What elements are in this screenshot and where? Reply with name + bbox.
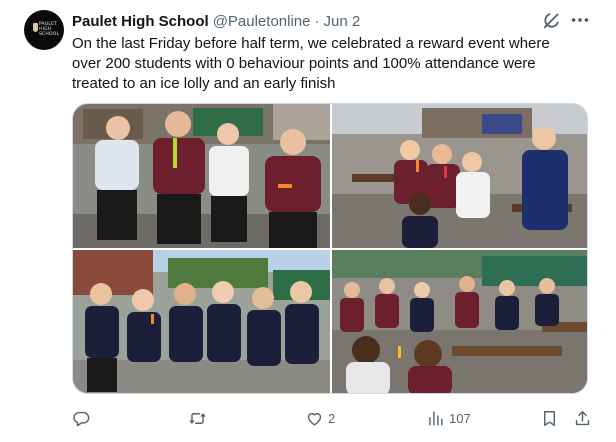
reply-button[interactable] (72, 407, 95, 429)
tweet-header: Paulet High School @Pauletonline · Jun 2 (72, 11, 360, 31)
grok-icon (543, 13, 559, 29)
share-button[interactable] (573, 407, 592, 429)
share-icon (575, 410, 590, 425)
author-handle[interactable]: @Pauletonline (213, 13, 311, 30)
bookmark-button[interactable] (540, 407, 559, 429)
view-count: 107 (449, 410, 471, 426)
author-name[interactable]: Paulet High School (72, 13, 209, 30)
bookmark-icon (544, 410, 555, 426)
photo-boys-with-lollies[interactable] (73, 104, 330, 248)
photo-students-crowd[interactable] (332, 250, 587, 393)
tweet[interactable]: PAULET HIGH SCHOOL Paulet High School @P… (0, 0, 616, 442)
retweet-icon (189, 412, 206, 424)
photo-girls-navy-uniform[interactable] (73, 250, 330, 393)
reply-icon (73, 411, 90, 426)
heart-icon (307, 412, 322, 426)
photo-girls-on-benches[interactable] (332, 104, 587, 248)
avatar[interactable]: PAULET HIGH SCHOOL (24, 10, 64, 50)
analytics-icon (429, 410, 443, 426)
media-grid (72, 103, 588, 394)
school-crest-icon (33, 23, 38, 32)
more-icon (571, 18, 589, 22)
like-count: 2 (328, 410, 336, 426)
header-separator: · (314, 12, 320, 30)
like-button[interactable]: 2 (305, 407, 335, 429)
tweet-date[interactable]: Jun 2 (323, 13, 360, 30)
views-button[interactable]: 107 (426, 407, 471, 429)
avatar-logo-text: PAULET HIGH SCHOOL (39, 22, 60, 37)
grok-button[interactable] (541, 9, 563, 31)
tweet-text: On the last Friday before half term, we … (72, 35, 550, 92)
retweet-button[interactable] (188, 407, 211, 429)
more-button[interactable] (569, 9, 591, 31)
tweet-actions: 2 107 (72, 407, 592, 429)
